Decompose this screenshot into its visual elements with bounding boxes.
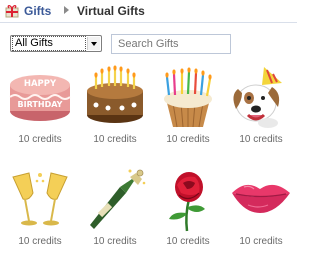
breadcrumb-gifts-link[interactable]: Gifts bbox=[24, 4, 51, 18]
breadcrumb: Gifts Virtual Gifts bbox=[0, 0, 297, 23]
champagne-bottle-image bbox=[90, 169, 146, 229]
gift-price: 10 credits bbox=[93, 236, 137, 247]
gift-item-red-rose[interactable]: 10 credits bbox=[155, 167, 221, 251]
gift-item-champagne-glasses[interactable]: 10 credits bbox=[7, 167, 73, 251]
category-dropdown[interactable]: All Gifts bbox=[10, 35, 102, 52]
party-dog-image bbox=[233, 67, 282, 128]
red-rose-image bbox=[169, 172, 205, 232]
page-title: Virtual Gifts bbox=[77, 4, 145, 18]
gift-item-cupcake[interactable]: 10 credits bbox=[155, 65, 221, 149]
gift-item-lips-kiss[interactable]: 10 credits bbox=[228, 167, 294, 251]
gift-icon bbox=[5, 5, 19, 18]
chevron-right-icon bbox=[64, 6, 69, 14]
chocolate-cake-image bbox=[87, 65, 143, 123]
dropdown-arrow-icon bbox=[91, 42, 97, 46]
gift-item-birthday-cake[interactable]: HAPPY BIRTHDAY 10 credits bbox=[7, 65, 73, 149]
lips-kiss-image bbox=[232, 184, 290, 213]
cake-text-line1: HAPPY bbox=[24, 79, 57, 89]
gift-price: 10 credits bbox=[239, 236, 283, 247]
virtual-gifts-page: Gifts Virtual Gifts All Gifts HAPPY BIRT… bbox=[0, 0, 297, 263]
gift-item-party-dog[interactable]: 10 credits bbox=[228, 65, 294, 149]
gift-price: 10 credits bbox=[239, 134, 283, 145]
birthday-cake-image: HAPPY BIRTHDAY bbox=[9, 75, 71, 121]
champagne-glasses-image bbox=[12, 172, 68, 226]
gift-item-champagne-bottle[interactable]: 10 credits bbox=[82, 167, 148, 251]
gift-price: 10 credits bbox=[166, 134, 210, 145]
cupcake-image bbox=[164, 67, 212, 128]
gift-price: 10 credits bbox=[93, 134, 137, 145]
gift-price: 10 credits bbox=[18, 134, 62, 145]
gift-price: 10 credits bbox=[18, 236, 62, 247]
dropdown-toggle[interactable] bbox=[87, 37, 100, 50]
gift-price: 10 credits bbox=[166, 236, 210, 247]
cake-text-line2: BIRTHDAY bbox=[18, 100, 63, 109]
category-dropdown-value: All Gifts bbox=[12, 36, 86, 51]
search-input[interactable] bbox=[111, 34, 231, 54]
gift-item-chocolate-cake[interactable]: 10 credits bbox=[82, 65, 148, 149]
